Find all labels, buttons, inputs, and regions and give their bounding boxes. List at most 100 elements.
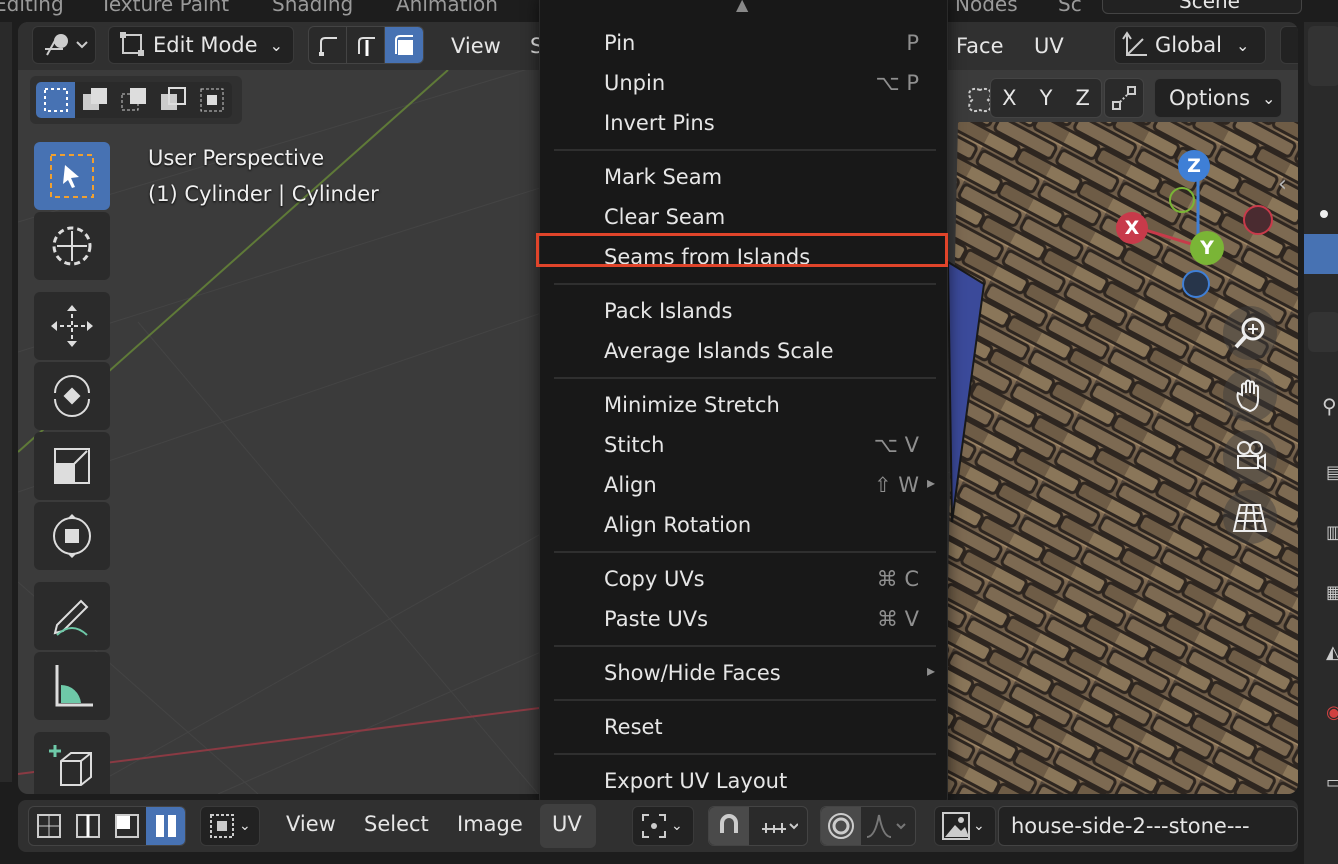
proportional-edit-toggle[interactable]	[821, 807, 861, 845]
perspective-grid-icon	[1232, 504, 1268, 532]
menu-item-stitch[interactable]: Stitch ⌥ V	[540, 425, 947, 465]
menu-item-export-uv-layout[interactable]: Export UV Layout	[540, 761, 947, 801]
properties-tab-active[interactable]	[1304, 234, 1338, 274]
select-new-button[interactable]	[36, 82, 75, 118]
uv-menu-select[interactable]: Select	[364, 812, 429, 836]
menu-item-pin[interactable]: Pin P	[540, 23, 947, 63]
mirror-x-toggle[interactable]: X	[991, 79, 1028, 117]
topology-mirror-button[interactable]	[1104, 78, 1144, 118]
select-invert-button[interactable]	[153, 82, 192, 118]
move-icon	[51, 305, 93, 347]
proportional-falloff-dropdown[interactable]	[861, 807, 915, 845]
editor-type-button[interactable]	[32, 26, 96, 64]
options-dropdown[interactable]: Options ⌄	[1154, 78, 1282, 118]
workspace-tab-editing[interactable]: Editing	[0, 0, 64, 16]
workspace-tab-scripting[interactable]: Sc	[1058, 0, 1082, 16]
sidebar-toggle-icon[interactable]: ‹	[1278, 172, 1287, 197]
tool-select-box[interactable]	[34, 142, 110, 210]
menu-item-paste-uvs[interactable]: Paste UVs ⌘ V	[540, 599, 947, 639]
menu-item-minimize-stretch[interactable]: Minimize Stretch	[540, 385, 947, 425]
uv-island-mode-button[interactable]	[146, 807, 185, 845]
properties-view-layer-icon[interactable]: ▦	[1326, 582, 1338, 603]
uv-editor-header: ⌄ View Select Image UV ⌄ ⌄ house-side-2-…	[18, 800, 1298, 852]
uv-snap-toggle[interactable]	[709, 807, 749, 845]
menu-item-pack-islands[interactable]: Pack Islands	[540, 291, 947, 331]
tool-transform[interactable]	[34, 502, 110, 570]
rotate-icon	[54, 375, 90, 417]
tool-move[interactable]	[34, 292, 110, 360]
mode-dropdown[interactable]: Edit Mode ⌄	[108, 26, 294, 64]
workspace-tab-animation[interactable]: Animation	[396, 0, 498, 16]
annotate-pencil-icon	[53, 599, 89, 636]
menu-item-clear-seam[interactable]: Clear Seam	[540, 197, 947, 237]
image-name-field[interactable]: house-side-2---stone---	[998, 806, 1298, 846]
menu-item-average-islands-scale[interactable]: Average Islands Scale	[540, 331, 947, 371]
properties-output-icon[interactable]: ▥	[1326, 522, 1338, 543]
menu-item-copy-uvs[interactable]: Copy UVs ⌘ C	[540, 559, 947, 599]
properties-render-icon[interactable]: ▤	[1326, 462, 1338, 483]
perspective-toggle-button[interactable]	[1223, 490, 1277, 544]
transform-icon	[53, 514, 91, 558]
menu-item-mark-seam[interactable]: Mark Seam	[540, 157, 947, 197]
gizmo-x-axis[interactable]: X	[1116, 212, 1148, 244]
menu-item-label: Mark Seam	[604, 165, 723, 189]
properties-world-icon[interactable]: ◉	[1326, 702, 1338, 723]
workspace-tab-texture-paint[interactable]: Texture Paint	[100, 0, 229, 16]
menu-face[interactable]: Face	[956, 34, 1004, 58]
mirror-z-toggle[interactable]: Z	[1064, 79, 1101, 117]
uv-menu-image[interactable]: Image	[457, 812, 523, 836]
face-select-button[interactable]	[385, 27, 423, 63]
uv-face-mode-button[interactable]	[107, 807, 146, 845]
select-intersect-button[interactable]	[192, 82, 232, 118]
image-browse-dropdown[interactable]: ⌄	[934, 806, 996, 846]
uv-vertex-mode-button[interactable]	[29, 807, 68, 845]
menu-item-align-rotation[interactable]: Align Rotation	[540, 505, 947, 545]
scroll-up-arrow-icon[interactable]: ▲	[736, 0, 748, 14]
pan-button[interactable]	[1223, 368, 1277, 422]
vertex-select-button[interactable]	[309, 27, 347, 63]
menu-item-label: Align Rotation	[604, 513, 752, 537]
menu-view[interactable]: View	[451, 34, 501, 58]
zoom-button[interactable]	[1223, 306, 1277, 360]
properties-tool-icon[interactable]: ⚲	[1322, 394, 1337, 418]
menu-item-label: Export UV Layout	[604, 769, 788, 793]
uv-snap-group	[708, 806, 808, 846]
scene-selector[interactable]: Scene	[1102, 0, 1302, 14]
menu-item-show-hide-faces[interactable]: Show/Hide Faces ▸	[540, 653, 947, 693]
edge-select-button[interactable]	[347, 27, 385, 63]
gizmo-z-axis[interactable]: Z	[1178, 150, 1210, 182]
orientation-dropdown[interactable]: Global ⌄	[1114, 26, 1266, 64]
menu-item-invert-pins[interactable]: Invert Pins	[540, 103, 947, 143]
uv-menu-view[interactable]: View	[286, 812, 336, 836]
workspace-tab-nodes[interactable]: Nodes	[955, 0, 1018, 16]
menu-uv[interactable]: UV	[1034, 34, 1064, 58]
tool-measure[interactable]	[34, 652, 110, 720]
menu-separator	[554, 283, 936, 285]
edge-select-icon	[357, 37, 375, 56]
uv-pivot-dropdown[interactable]: ⌄	[632, 806, 694, 846]
tool-cursor[interactable]	[34, 212, 110, 280]
camera-view-button[interactable]	[1223, 430, 1277, 484]
menu-item-shortcut: ⌘ V	[876, 607, 919, 631]
properties-tab[interactable]	[1308, 312, 1338, 352]
uv-menu-uv-active[interactable]: UV	[540, 804, 596, 848]
uv-snap-target-dropdown[interactable]	[749, 807, 807, 845]
pivot-button[interactable]	[1280, 26, 1298, 64]
uv-vertex-icon	[36, 814, 61, 838]
menu-item-reset[interactable]: Reset	[540, 707, 947, 747]
select-subtract-button[interactable]	[114, 82, 153, 118]
tool-rotate[interactable]	[34, 362, 110, 430]
menu-item-align[interactable]: Align ⇧ W ▸	[540, 465, 947, 505]
uv-edge-mode-button[interactable]	[68, 807, 107, 845]
properties-collection-icon[interactable]: ▭	[1326, 772, 1338, 793]
properties-scene-icon[interactable]: ◭	[1326, 642, 1338, 663]
tool-scale[interactable]	[34, 432, 110, 500]
tool-add-cube[interactable]	[34, 732, 110, 794]
gizmo-y-axis[interactable]: Y	[1190, 231, 1224, 265]
uv-sticky-select-dropdown[interactable]: ⌄	[200, 806, 260, 846]
menu-item-unpin[interactable]: Unpin ⌥ P	[540, 63, 947, 103]
mirror-y-toggle[interactable]: Y	[1028, 79, 1065, 117]
tool-annotate[interactable]	[34, 582, 110, 650]
workspace-tab-shading[interactable]: Shading	[272, 0, 353, 16]
select-extend-button[interactable]	[75, 82, 114, 118]
